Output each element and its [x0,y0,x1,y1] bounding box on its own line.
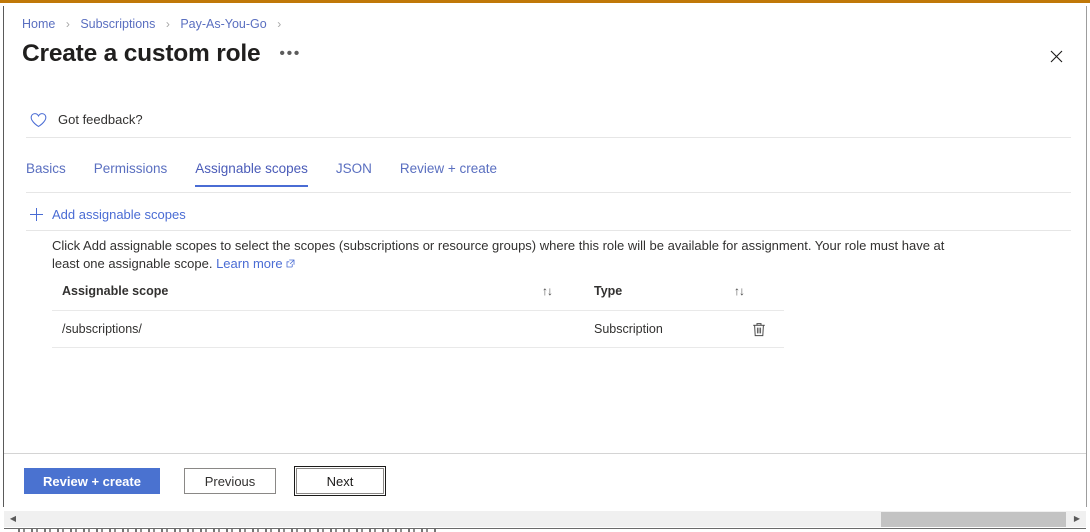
plus-icon [30,207,43,221]
sort-icon: ↑↓ [542,284,553,298]
column-header-type[interactable]: Type [584,274,734,311]
assignable-scopes-table: Assignable scope ↑↓ Type ↑↓ /subscriptio… [52,274,784,348]
heart-icon [30,112,47,127]
page-title: Create a custom role [22,40,261,67]
description-body: Click Add assignable scopes to select th… [52,238,945,271]
add-assignable-scopes-button[interactable]: Add assignable scopes [26,204,192,225]
wizard-tabs: Basics Permissions Assignable scopes JSO… [26,161,497,191]
learn-more-link[interactable]: Learn more [216,256,282,271]
blade-content: Home › Subscriptions › Pay-As-You-Go › C… [4,6,1086,507]
breadcrumb: Home › Subscriptions › Pay-As-You-Go › [22,17,288,31]
command-bar-divider [26,230,1071,231]
window-right-edge [1086,6,1087,507]
next-button[interactable]: Next [294,466,386,496]
wizard-footer: Review + create Previous Next [4,454,1086,507]
blade-window: Home › Subscriptions › Pay-As-You-Go › C… [0,0,1090,532]
tab-basics[interactable]: Basics [26,161,66,187]
tab-json[interactable]: JSON [336,161,372,187]
cell-delete[interactable] [734,310,784,348]
sort-assignable-scope[interactable]: ↑↓ [542,274,584,311]
table-header-row: Assignable scope ↑↓ Type ↑↓ [52,274,784,311]
description-text: Click Add assignable scopes to select th… [52,237,952,272]
breadcrumb-separator-icon: › [165,17,170,31]
command-bar: Add assignable scopes [26,200,192,228]
got-feedback-label: Got feedback? [58,112,143,127]
sort-type[interactable]: ↑↓ [734,274,784,311]
previous-button[interactable]: Previous [184,468,276,494]
close-icon [1050,50,1062,62]
feedback-divider [26,137,1071,138]
scroll-left-arrow-icon[interactable]: ◀ [6,511,20,527]
scroll-right-arrow-icon[interactable]: ▶ [1070,511,1084,527]
breadcrumb-item-pay-as-you-go[interactable]: Pay-As-You-Go [180,17,266,31]
column-header-assignable-scope[interactable]: Assignable scope [52,274,542,311]
cell-type: Subscription [584,310,734,348]
tabs-divider [26,192,1071,193]
breadcrumb-item-home[interactable]: Home [22,17,55,31]
trash-icon[interactable] [752,322,766,337]
external-link-icon [286,259,294,268]
review-create-button[interactable]: Review + create [24,468,160,494]
breadcrumb-item-subscriptions[interactable]: Subscriptions [80,17,155,31]
cell-assignable-scope: /subscriptions/ [52,310,542,348]
feedback-row: Got feedback? [4,102,1086,137]
title-row: Create a custom role ••• [22,40,304,67]
table-row[interactable]: /subscriptions/ Subscription [52,310,784,348]
add-assignable-scopes-label: Add assignable scopes [52,206,186,222]
breadcrumb-separator-icon: › [277,17,282,31]
scrollbar-thumb[interactable] [881,512,1066,527]
tab-permissions[interactable]: Permissions [94,161,168,187]
tab-review-create[interactable]: Review + create [400,161,497,187]
horizontal-scrollbar[interactable]: ◀ ▶ [4,510,1086,527]
cell-spacer [542,310,584,348]
more-options-icon[interactable]: ••• [276,43,304,65]
close-button[interactable] [1042,42,1070,70]
breadcrumb-separator-icon: › [65,17,70,31]
got-feedback-button[interactable]: Got feedback? [30,112,143,128]
sort-icon: ↑↓ [734,284,745,298]
tab-assignable-scopes[interactable]: Assignable scopes [195,161,308,187]
